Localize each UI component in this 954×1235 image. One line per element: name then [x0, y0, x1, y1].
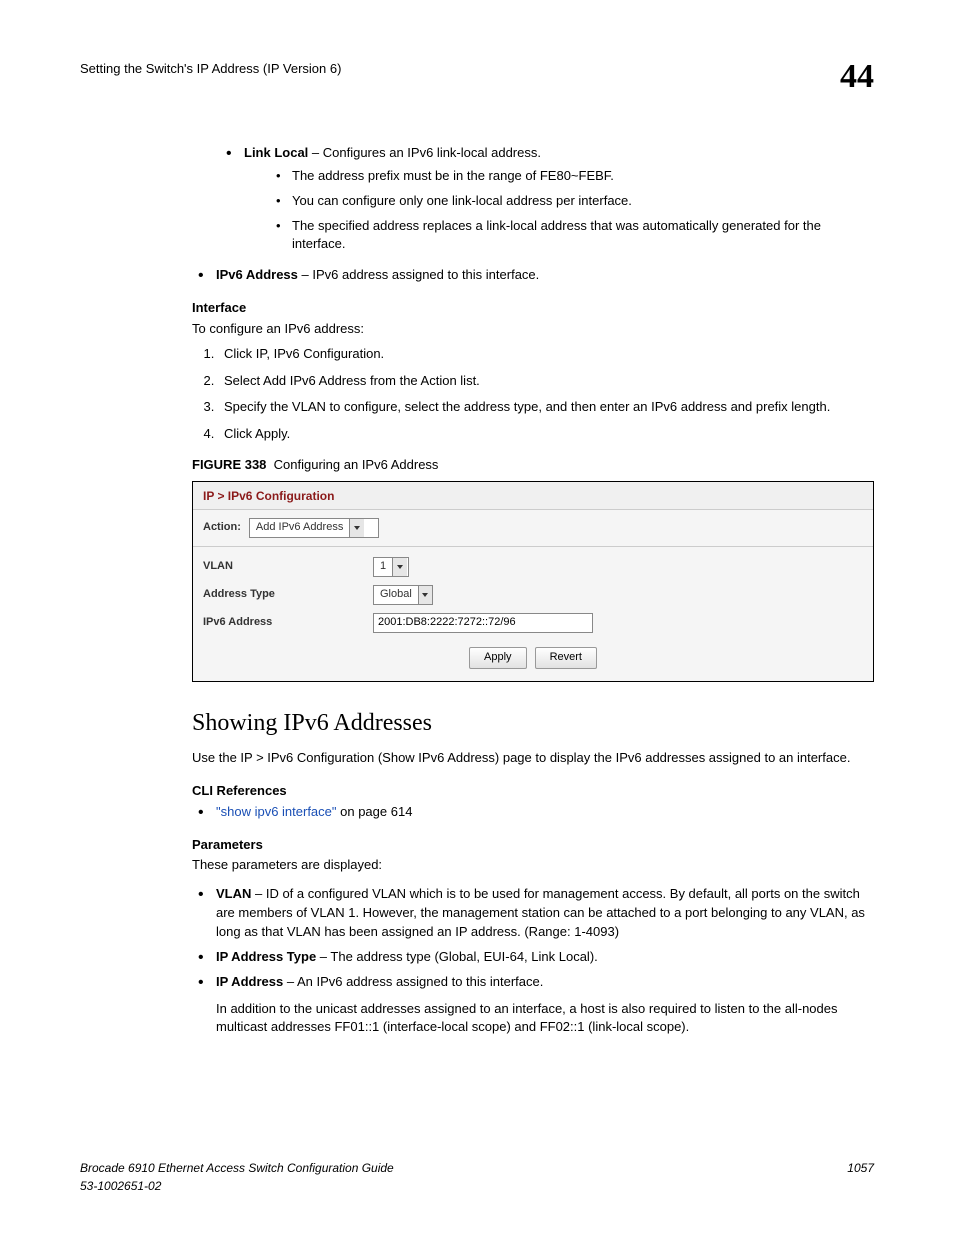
footer-doc-number: 53-1002651-02 [80, 1178, 394, 1195]
ipv6-address-row: IPv6 Address 2001:DB8:2222:7272::72/96 [193, 609, 873, 637]
vlan-select[interactable]: 1 [373, 557, 409, 577]
link-local-desc: – Configures an IPv6 link-local address. [308, 145, 541, 160]
param-vlan-desc: – ID of a configured VLAN which is to be… [216, 886, 865, 939]
param-vlan: VLAN – ID of a configured VLAN which is … [192, 885, 874, 942]
ipv6-address-input[interactable]: 2001:DB8:2222:7272::72/96 [373, 613, 593, 633]
link-local-label: Link Local [244, 145, 308, 160]
param-ip-address: IP Address – An IPv6 address assigned to… [192, 973, 874, 1038]
config-dialog-figure: IP > IPv6 Configuration Action: Add IPv6… [192, 481, 874, 682]
ipv6-input-label: IPv6 Address [203, 615, 373, 631]
action-row: Action: Add IPv6 Address [193, 510, 873, 547]
cli-list: "show ipv6 interface" on page 614 [192, 803, 874, 822]
sub-bullet: The specified address replaces a link-lo… [272, 217, 874, 255]
param-ip-address-label: IP Address [216, 974, 283, 989]
ipv6-address-label: IPv6 Address [216, 267, 298, 282]
interface-heading: Interface [192, 299, 874, 318]
sub-bullet: The address prefix must be in the range … [272, 167, 874, 186]
parameters-list: VLAN – ID of a configured VLAN which is … [192, 885, 874, 1037]
param-ip-type-desc: – The address type (Global, EUI-64, Link… [316, 949, 598, 964]
address-type-row: Address Type Global [193, 581, 873, 609]
bullet-ipv6-address: IPv6 Address – IPv6 address assigned to … [192, 266, 874, 285]
interface-steps: Click IP, IPv6 Configuration. Select Add… [192, 345, 874, 444]
dropdown-arrow-icon [392, 558, 407, 576]
chapter-number: 44 [840, 60, 874, 94]
action-label: Action: [203, 520, 241, 536]
footer-page-number: 1057 [847, 1160, 874, 1195]
action-select[interactable]: Add IPv6 Address [249, 518, 379, 538]
param-ip-type: IP Address Type – The address type (Glob… [192, 948, 874, 967]
step-2: Select Add IPv6 Address from the Action … [218, 372, 874, 391]
parameters-intro: These parameters are displayed: [192, 856, 874, 875]
dropdown-arrow-icon [349, 519, 364, 537]
param-ip-type-label: IP Address Type [216, 949, 316, 964]
step-4: Click Apply. [218, 425, 874, 444]
step-3: Specify the VLAN to configure, select th… [218, 398, 874, 417]
address-type-value: Global [374, 587, 418, 603]
interface-intro: To configure an IPv6 address: [192, 320, 874, 339]
vlan-label: VLAN [203, 559, 373, 575]
dropdown-arrow-icon [418, 586, 432, 604]
cli-link[interactable]: "show ipv6 interface" [216, 804, 337, 819]
showing-ipv6-heading: Showing IPv6 Addresses [192, 706, 874, 741]
bullet-link-local: Link Local – Configures an IPv6 link-loc… [220, 144, 874, 254]
param-ip-address-desc: – An IPv6 address assigned to this inter… [283, 974, 543, 989]
cli-item: "show ipv6 interface" on page 614 [192, 803, 874, 822]
address-type-select[interactable]: Global [373, 585, 433, 605]
param-ip-address-extra: In addition to the unicast addresses ass… [216, 1000, 874, 1038]
vlan-row: VLAN 1 [193, 553, 873, 581]
dialog-breadcrumb: IP > IPv6 Configuration [193, 482, 873, 510]
link-local-sublist: The address prefix must be in the range … [272, 167, 874, 254]
sub-bullet: You can configure only one link-local ad… [272, 192, 874, 211]
step-1: Click IP, IPv6 Configuration. [218, 345, 874, 364]
param-vlan-label: VLAN [216, 886, 251, 901]
dialog-buttons: Apply Revert [193, 637, 873, 681]
page-footer: Brocade 6910 Ethernet Access Switch Conf… [80, 1160, 874, 1195]
parameters-heading: Parameters [192, 836, 874, 855]
figure-caption: FIGURE 338 Configuring an IPv6 Address [192, 456, 874, 475]
figure-title: Configuring an IPv6 Address [274, 457, 439, 472]
running-header-title: Setting the Switch's IP Address (IP Vers… [80, 60, 341, 79]
ipv6-address-desc: – IPv6 address assigned to this interfac… [298, 267, 539, 282]
cli-tail: on page 614 [337, 804, 413, 819]
apply-button[interactable]: Apply [469, 647, 527, 669]
vlan-select-value: 1 [374, 559, 392, 575]
action-select-value: Add IPv6 Address [250, 520, 349, 536]
footer-doc-title: Brocade 6910 Ethernet Access Switch Conf… [80, 1160, 394, 1177]
cli-references-heading: CLI References [192, 782, 874, 801]
revert-button[interactable]: Revert [535, 647, 597, 669]
showing-intro: Use the IP > IPv6 Configuration (Show IP… [192, 749, 874, 768]
figure-code: FIGURE 338 [192, 457, 266, 472]
top-bullet-list: Link Local – Configures an IPv6 link-loc… [220, 144, 874, 285]
address-type-label: Address Type [203, 587, 373, 603]
